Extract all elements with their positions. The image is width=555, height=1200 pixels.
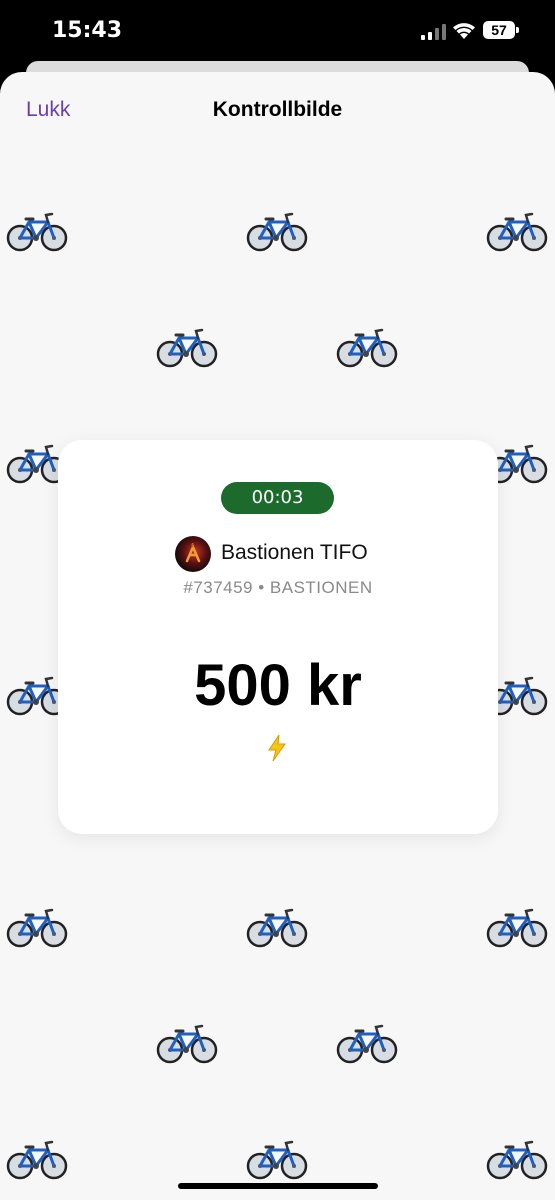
status-bar: 15:43 57 [0, 0, 555, 64]
ticket-meta: #737459 • BASTIONEN [183, 578, 373, 597]
wifi-icon [453, 23, 475, 39]
bicycle-icon [6, 1138, 68, 1180]
bicycle-icon [246, 906, 308, 948]
ticket-card: 00:03 Bastionen TIFO #737459 • BASTIONEN… [58, 440, 498, 834]
bicycle-icon [6, 906, 68, 948]
nav-bar: Lukk Kontrollbilde [0, 72, 555, 150]
page-title: Kontrollbilde [212, 98, 343, 121]
bicycle-icon [486, 210, 548, 252]
bicycle-icon [156, 326, 218, 368]
event-avatar [175, 536, 211, 572]
bicycle-icon [156, 1022, 218, 1064]
bicycle-icon [486, 1138, 548, 1180]
bicycle-icon [336, 1022, 398, 1064]
cellular-signal-icon [421, 24, 446, 40]
lightning-bolt-icon [268, 735, 286, 761]
event-row: Bastionen TIFO [58, 534, 498, 574]
bicycle-icon [336, 326, 398, 368]
bicycle-icon [6, 210, 68, 252]
status-time: 15:43 [52, 18, 123, 43]
ticket-amount: 500 kr [194, 653, 362, 718]
home-indicator[interactable] [178, 1183, 378, 1189]
battery-indicator: 57 [483, 21, 519, 39]
bicycle-icon [246, 210, 308, 252]
battery-tip [516, 27, 519, 33]
flame-logo-icon [185, 543, 201, 563]
bicycle-icon [246, 1138, 308, 1180]
modal-sheet: Lukk Kontrollbilde 00:03 Bastionen TIFO … [0, 72, 555, 1200]
battery-level: 57 [483, 21, 515, 39]
bicycle-icon [486, 906, 548, 948]
event-name: Bastionen TIFO [221, 541, 368, 564]
timer-badge: 00:03 [221, 482, 334, 514]
